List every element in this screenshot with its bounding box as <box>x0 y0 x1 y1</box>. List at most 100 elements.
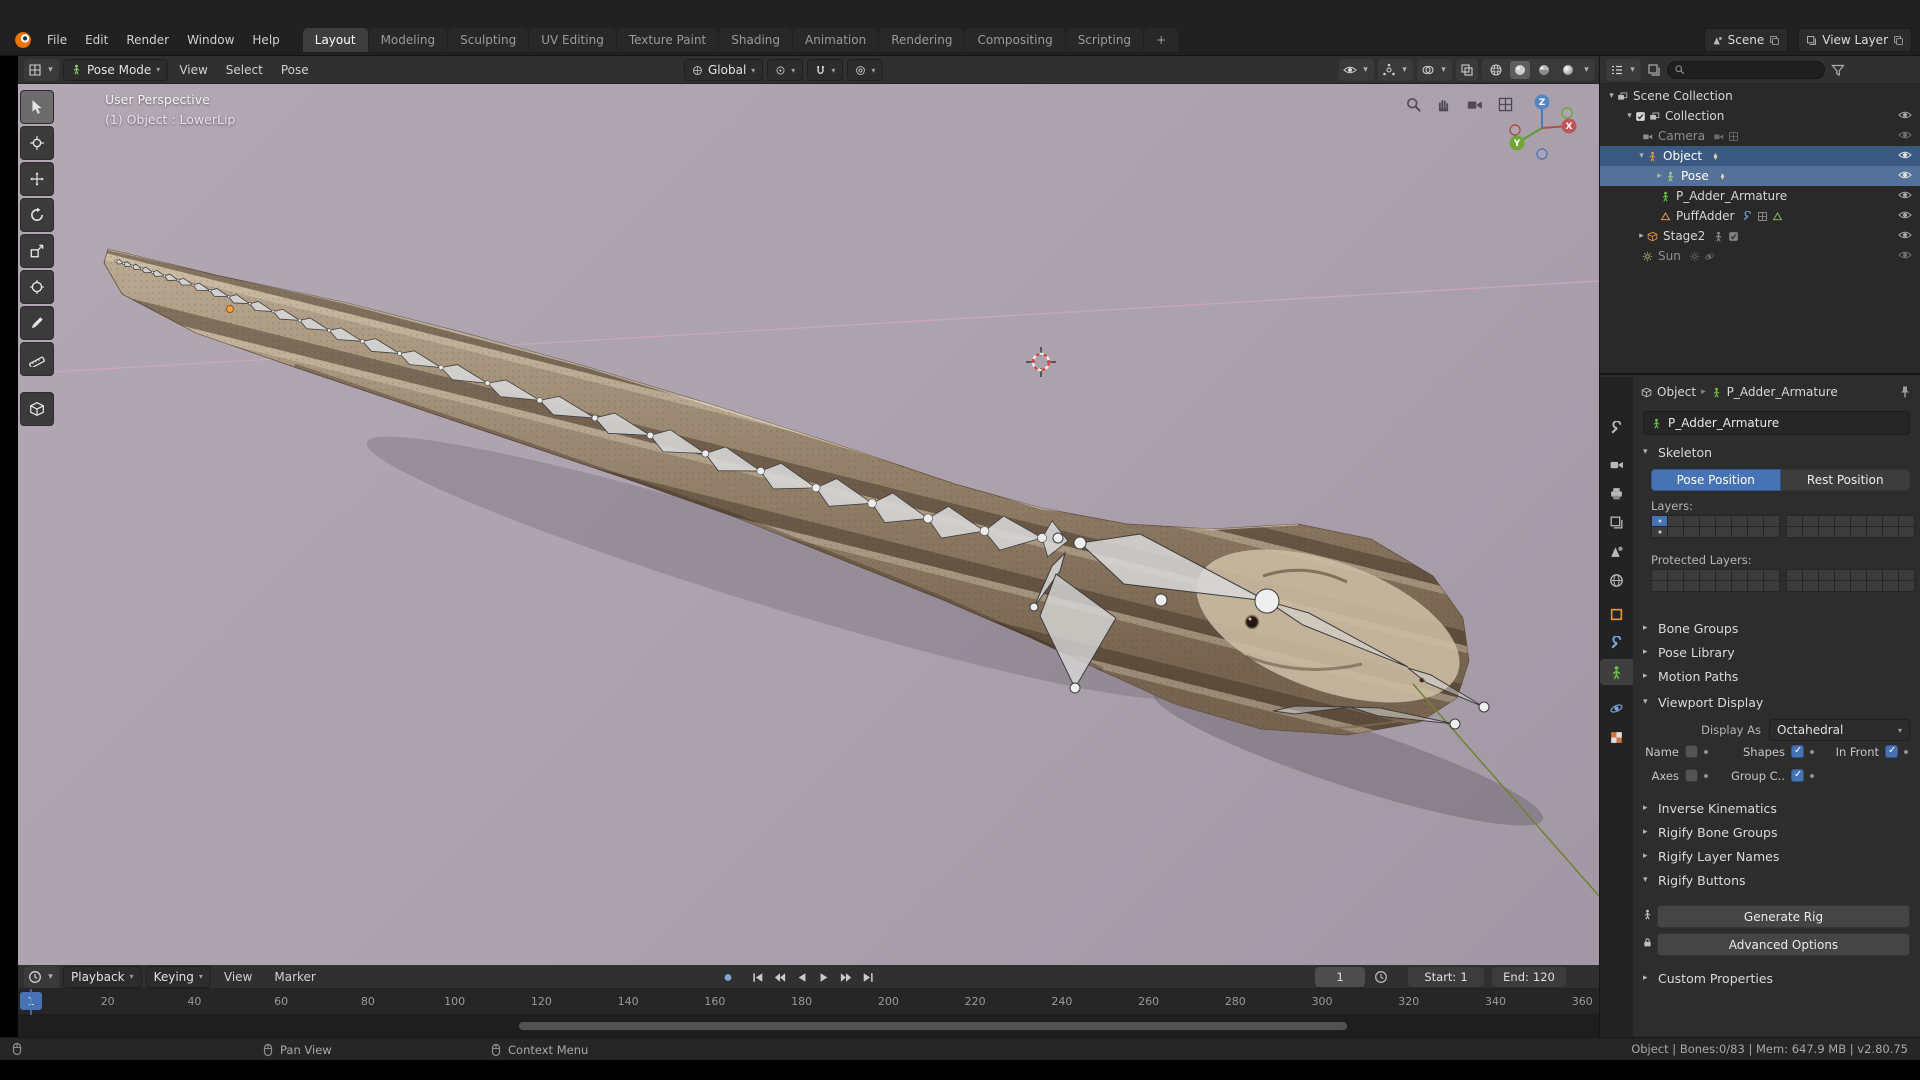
armature-layer-cell[interactable] <box>1732 527 1747 537</box>
tab-scene[interactable] <box>1600 538 1633 564</box>
material-shading-button[interactable] <box>1534 61 1554 79</box>
blender-logo-icon[interactable] <box>14 31 32 49</box>
stage2-visibility-eye-icon[interactable] <box>1898 228 1912 245</box>
gizmo-neg-x-axis[interactable] <box>1509 124 1521 136</box>
generate-rig-button[interactable]: Generate Rig <box>1657 905 1910 928</box>
armature-layer-cell[interactable] <box>1748 516 1763 526</box>
tab-scripting[interactable]: Scripting <box>1065 28 1144 52</box>
armature-layer-cell[interactable] <box>1787 581 1802 591</box>
armature-layer-cell[interactable] <box>1684 527 1699 537</box>
outliner-row-scene-collection[interactable]: ▾ Scene Collection <box>1600 86 1920 106</box>
tab-rendering[interactable]: Rendering <box>879 28 965 52</box>
panel-skeleton[interactable]: Skeleton <box>1633 441 1920 463</box>
rotate-tool[interactable] <box>20 198 54 232</box>
next-keyframe-button[interactable] <box>836 968 856 986</box>
display-as-dropdown[interactable]: Octahedral <box>1769 719 1910 741</box>
outliner-row-stage2[interactable]: ▸ Stage2 <box>1600 226 1920 246</box>
armature-layer-cell[interactable] <box>1652 516 1667 526</box>
navigation-gizmo[interactable]: Z X Y <box>1509 94 1577 160</box>
zoom-button[interactable] <box>1401 92 1425 116</box>
menu-help[interactable]: Help <box>243 33 288 47</box>
outliner-row-collection[interactable]: ▾ Collection <box>1600 106 1920 126</box>
outliner-row-armature-data[interactable]: P_Adder_Armature <box>1600 186 1920 206</box>
filter-funnel-icon[interactable] <box>1831 63 1845 77</box>
advanced-options-button[interactable]: Advanced Options <box>1657 933 1910 956</box>
armature-layer-cell[interactable] <box>1803 527 1818 537</box>
armature-layer-cell[interactable] <box>1835 527 1850 537</box>
armature-layer-cell[interactable] <box>1748 570 1763 580</box>
armature-layer-cell[interactable] <box>1867 516 1882 526</box>
tab-layout[interactable]: Layout <box>302 28 368 52</box>
show-gizmo-toggle[interactable]: ▾ <box>1378 59 1413 81</box>
armature-layer-cell[interactable] <box>1652 527 1667 537</box>
3d-cursor[interactable] <box>1026 347 1056 377</box>
show-overlays-toggle[interactable]: ▾ <box>1417 59 1452 81</box>
armature-layer-cell[interactable] <box>1819 570 1834 580</box>
timeline-scroll-area[interactable] <box>18 1015 1599 1037</box>
prev-keyframe-button[interactable] <box>770 968 790 986</box>
armature-layer-cell[interactable] <box>1835 570 1850 580</box>
solid-shading-button[interactable] <box>1510 61 1530 79</box>
timeline-ruler[interactable]: 1 20406080100120140160180200220240260280… <box>18 989 1599 1015</box>
menu-window[interactable]: Window <box>178 33 243 47</box>
armature-layer-cell[interactable] <box>1668 581 1683 591</box>
armature-layer-cell[interactable] <box>1819 581 1834 591</box>
armature-layer-cell[interactable] <box>1684 516 1699 526</box>
breadcrumb-object[interactable]: Object <box>1657 385 1696 399</box>
tab-world[interactable] <box>1600 567 1633 593</box>
breadcrumb-data[interactable]: P_Adder_Armature <box>1727 385 1838 399</box>
move-tool[interactable] <box>20 162 54 196</box>
xray-toggle[interactable] <box>1456 59 1478 81</box>
armature-layer-cell[interactable] <box>1716 516 1731 526</box>
menu-pose[interactable]: Pose <box>274 63 316 77</box>
select-box-tool[interactable] <box>20 90 54 124</box>
outliner-editor[interactable]: ▾ ▾ Scene Collection ▾ Collection Camera <box>1600 56 1920 375</box>
armature-layer-cell[interactable] <box>1851 570 1866 580</box>
panel-custom-properties[interactable]: Custom Properties <box>1633 967 1920 989</box>
tab-tool[interactable] <box>1600 415 1633 441</box>
playback-dropdown[interactable]: Playback <box>63 965 142 988</box>
animate-dot[interactable] <box>1904 750 1908 754</box>
menu-timeline-view[interactable]: View <box>215 970 261 984</box>
armature-layer-cell[interactable] <box>1716 570 1731 580</box>
play-button[interactable] <box>814 968 834 986</box>
armature-layer-cell[interactable] <box>1716 527 1731 537</box>
outliner-row-camera[interactable]: Camera <box>1600 126 1920 146</box>
tab-uv-editing[interactable]: UV Editing <box>529 28 616 52</box>
armature-layer-cell[interactable] <box>1764 527 1779 537</box>
armature-layer-cell[interactable] <box>1684 581 1699 591</box>
armature-layer-cell[interactable] <box>1851 581 1866 591</box>
armature-layer-cell[interactable] <box>1668 570 1683 580</box>
tab-view-layer[interactable] <box>1600 509 1633 535</box>
3d-viewport-canvas[interactable]: Z X Y <box>18 56 1599 965</box>
current-frame-field[interactable]: 1 <box>1315 967 1365 987</box>
armature-visibility-eye-icon[interactable] <box>1898 188 1912 205</box>
armature-layer-cell[interactable] <box>1867 570 1882 580</box>
outliner-editor-type-button[interactable]: ▾ <box>1606 58 1641 81</box>
rendered-shading-button[interactable] <box>1558 61 1578 79</box>
armature-layer-cell[interactable] <box>1819 516 1834 526</box>
armature-layer-cell[interactable] <box>1668 527 1683 537</box>
armature-layer-cell[interactable] <box>1700 527 1715 537</box>
editor-type-button[interactable]: ▾ <box>24 58 59 81</box>
transform-tool[interactable] <box>20 270 54 304</box>
armature-layer-cell[interactable] <box>1787 570 1802 580</box>
panel-viewport-display[interactable]: Viewport Display <box>1633 691 1920 713</box>
tab-render[interactable] <box>1600 451 1633 477</box>
armature-layer-cell[interactable] <box>1851 527 1866 537</box>
armature-layer-cell[interactable] <box>1732 516 1747 526</box>
armature-layer-cell[interactable] <box>1684 570 1699 580</box>
object-visibility-dropdown[interactable]: ▾ <box>1339 59 1374 81</box>
collection-checkbox-icon[interactable] <box>1635 111 1646 122</box>
menu-select[interactable]: Select <box>219 63 270 77</box>
jump-to-end-button[interactable] <box>858 968 878 986</box>
tab-compositing[interactable]: Compositing <box>965 28 1065 52</box>
tab-output[interactable] <box>1600 480 1633 506</box>
tab-constraints[interactable] <box>1600 630 1633 656</box>
outliner-search-input[interactable] <box>1667 60 1825 79</box>
outliner-display-mode-icon[interactable] <box>1647 63 1661 77</box>
view-layer-selector[interactable]: View Layer <box>1798 28 1912 52</box>
auto-keyframe-button[interactable] <box>718 968 738 986</box>
armature-layer-cell[interactable] <box>1803 581 1818 591</box>
group-c--checkbox[interactable] <box>1791 769 1804 782</box>
